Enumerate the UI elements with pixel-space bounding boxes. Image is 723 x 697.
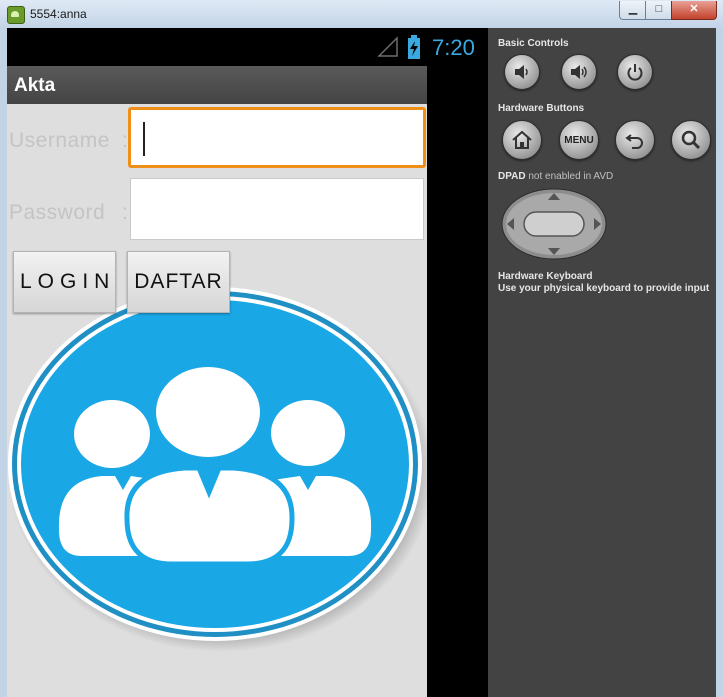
window-title: 5554:anna: [30, 7, 87, 21]
menu-button[interactable]: MENU: [559, 120, 599, 160]
action-bar: Akta: [7, 66, 427, 105]
password-input[interactable]: [130, 178, 424, 240]
dpad-note: not enabled in AVD: [528, 171, 614, 182]
battery-charging-icon: [408, 35, 420, 59]
password-label: Password: [9, 201, 106, 224]
status-clock: 7:20: [432, 35, 475, 60]
power-button[interactable]: [617, 54, 653, 90]
signal-icon: [377, 36, 398, 57]
power-icon: [627, 64, 643, 81]
maximize-button[interactable]: □: [645, 1, 673, 20]
back-icon: [625, 134, 643, 149]
volume-up-icon: [571, 65, 587, 79]
window-frame-left: [0, 28, 7, 697]
close-button[interactable]: ✕: [671, 1, 717, 20]
hardware-keyboard-desc: Use your physical keyboard to provide in…: [498, 283, 710, 294]
status-bar: 7:20: [7, 28, 488, 66]
search-button[interactable]: [671, 120, 711, 160]
dpad-title: DPAD not enabled in AVD: [498, 171, 613, 182]
login-form: Username : Password : LOGIN DAFTAR: [7, 104, 427, 697]
login-button[interactable]: LOGIN: [13, 251, 116, 313]
hardware-buttons-title: Hardware Buttons: [498, 103, 585, 114]
device-screen: 7:20 Akta Username : Password : LOGIN DA…: [7, 28, 488, 697]
home-button[interactable]: [502, 120, 542, 160]
basic-controls-title: Basic Controls: [498, 38, 569, 49]
password-colon: :: [122, 201, 128, 224]
username-colon: :: [122, 129, 128, 152]
emulator-controls-panel: Basic Controls Hardware Buttons MENU DPA…: [488, 28, 716, 697]
dpad-center: [523, 211, 585, 237]
users-group-logo: [8, 287, 427, 652]
app-title: Akta: [14, 75, 56, 96]
volume-down-button[interactable]: [504, 54, 540, 90]
hardware-keyboard-title: Hardware Keyboard: [498, 271, 593, 282]
volume-up-button[interactable]: [561, 54, 597, 90]
back-button[interactable]: [615, 120, 655, 160]
window-titlebar: 5554:anna ▁ □ ✕: [0, 0, 723, 29]
username-input[interactable]: [128, 107, 426, 168]
menu-label: MENU: [564, 134, 594, 146]
volume-down-icon: [515, 65, 528, 79]
dpad-title-text: DPAD: [498, 171, 526, 182]
username-label: Username: [9, 129, 110, 152]
dpad-control[interactable]: [501, 188, 607, 260]
home-icon: [512, 130, 532, 149]
daftar-button[interactable]: DAFTAR: [127, 251, 230, 313]
minimize-button[interactable]: ▁: [619, 1, 647, 20]
window-frame-right: [716, 28, 723, 697]
android-app-icon: [7, 6, 25, 24]
screen-unused-area: [427, 66, 488, 697]
text-cursor: [143, 122, 145, 156]
search-icon: [681, 130, 701, 150]
